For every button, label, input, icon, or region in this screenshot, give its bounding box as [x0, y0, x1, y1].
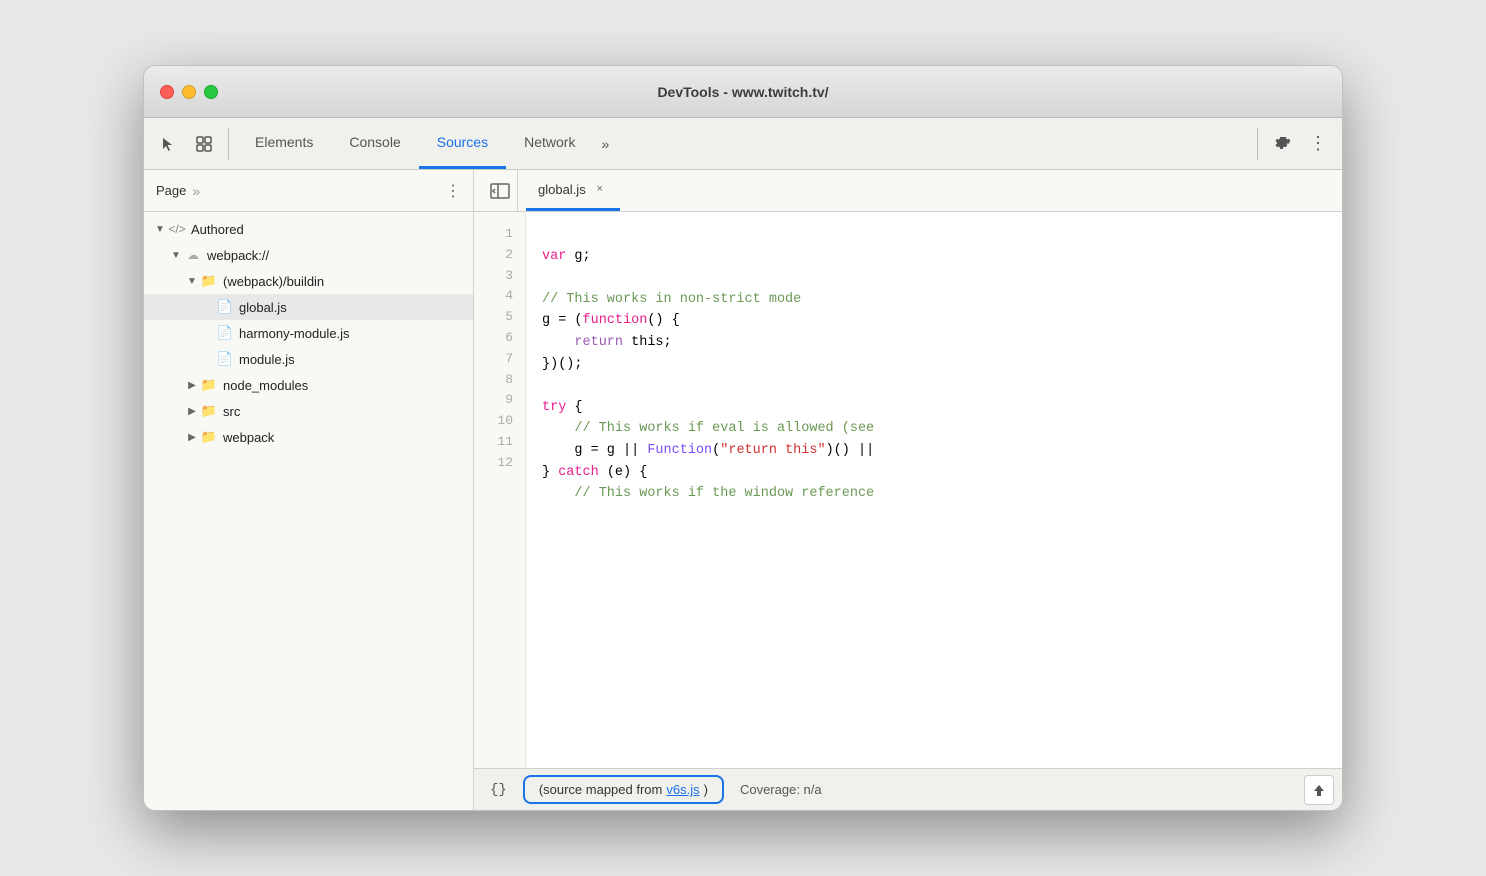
maximize-button[interactable]: [204, 85, 218, 99]
close-button[interactable]: [160, 85, 174, 99]
line-numbers: 1 2 3 4 5 6 7 8 9 10 11 12: [474, 212, 526, 768]
upload-button[interactable]: [1304, 775, 1334, 805]
node-modules-label: node_modules: [223, 378, 308, 393]
src-label: src: [223, 404, 240, 419]
line-num-7: 7: [474, 349, 525, 370]
sidebar-page-label: Page: [156, 183, 186, 198]
tree-item-node-modules[interactable]: ▶ 📁 node_modules: [144, 372, 473, 398]
layers-icon[interactable]: [188, 128, 220, 160]
line-num-6: 6: [474, 328, 525, 349]
navigator-icon[interactable]: [482, 170, 518, 211]
tree-item-webpack-buildin[interactable]: ▼ 📁 (webpack)/buildin: [144, 268, 473, 294]
cursor-icon[interactable]: [152, 128, 184, 160]
src-arrow: ▶: [184, 403, 200, 419]
code-tab-global-js[interactable]: global.js ×: [526, 170, 620, 211]
tree-item-src[interactable]: ▶ 📁 src: [144, 398, 473, 424]
line-num-5: 5: [474, 307, 525, 328]
source-map-prefix: (source mapped from: [539, 782, 663, 797]
tree-item-authored[interactable]: ▼ </> Authored: [144, 216, 473, 242]
pretty-print-button[interactable]: {}: [482, 778, 515, 802]
tree-item-webpack-dir[interactable]: ▶ 📁 webpack: [144, 424, 473, 450]
harmony-file-icon: 📄: [216, 324, 234, 342]
webpack-dir-arrow: ▶: [184, 429, 200, 445]
toolbar-tabs: Elements Console Sources Network »: [237, 118, 1253, 169]
webpack-dir-label: webpack: [223, 430, 274, 445]
src-folder-icon: 📁: [200, 402, 218, 420]
buildin-label: (webpack)/buildin: [223, 274, 324, 289]
code-tab-filename: global.js: [538, 182, 586, 197]
more-options-icon[interactable]: ⋮: [1302, 128, 1334, 160]
coverage-label: Coverage: n/a: [740, 782, 822, 797]
line-num-8: 8: [474, 370, 525, 391]
code-editor[interactable]: 1 2 3 4 5 6 7 8 9 10 11 12 var g; // Thi…: [474, 212, 1342, 768]
buildin-folder-icon: 📁: [200, 272, 218, 290]
tree-item-webpack[interactable]: ▼ ☁ webpack://: [144, 242, 473, 268]
traffic-lights: [160, 85, 218, 99]
node-modules-arrow: ▶: [184, 377, 200, 393]
line-num-4: 4: [474, 286, 525, 307]
main-content: Page » ⋮ ▼ </> Authored ▼ ☁ webpack://: [144, 170, 1342, 810]
tree-item-module-js[interactable]: ▶ 📄 module.js: [144, 346, 473, 372]
minimize-button[interactable]: [182, 85, 196, 99]
line-num-2: 2: [474, 245, 525, 266]
line-num-3: 3: [474, 266, 525, 287]
global-js-file-icon: 📄: [216, 298, 234, 316]
line-num-12: 12: [474, 453, 525, 474]
status-bar-right: [1304, 775, 1334, 805]
title-bar: DevTools - www.twitch.tv/: [144, 66, 1342, 118]
toolbar: Elements Console Sources Network » ⋮: [144, 118, 1342, 170]
toolbar-left: [152, 128, 229, 160]
authored-arrow: ▼: [152, 221, 168, 237]
buildin-arrow: ▼: [184, 273, 200, 289]
window-title: DevTools - www.twitch.tv/: [657, 84, 828, 100]
devtools-window: DevTools - www.twitch.tv/ Elements: [143, 65, 1343, 811]
webpack-label: webpack://: [207, 248, 269, 263]
harmony-label: harmony-module.js: [239, 326, 350, 341]
tab-elements[interactable]: Elements: [237, 118, 331, 169]
tree-item-harmony-module[interactable]: ▶ 📄 harmony-module.js: [144, 320, 473, 346]
code-tabs: global.js ×: [474, 170, 1342, 212]
status-bar: {} (source mapped from v6s.js) Coverage:…: [474, 768, 1342, 810]
module-js-file-icon: 📄: [216, 350, 234, 368]
authored-label: Authored: [191, 222, 244, 237]
line-num-1: 1: [474, 224, 525, 245]
tab-console[interactable]: Console: [331, 118, 418, 169]
sidebar-menu-button[interactable]: ⋮: [445, 181, 461, 201]
tab-sources[interactable]: Sources: [419, 118, 506, 169]
tab-network[interactable]: Network: [506, 118, 593, 169]
toolbar-right: ⋮: [1257, 128, 1334, 160]
sidebar-tree: ▼ </> Authored ▼ ☁ webpack:// ▼ 📁 (webpa…: [144, 212, 473, 810]
webpack-dir-folder-icon: 📁: [200, 428, 218, 446]
code-content[interactable]: var g; // This works in non-strict mode …: [526, 212, 1342, 768]
sidebar: Page » ⋮ ▼ </> Authored ▼ ☁ webpack://: [144, 170, 474, 810]
webpack-arrow: ▼: [168, 247, 184, 263]
settings-icon[interactable]: [1266, 128, 1298, 160]
line-num-9: 9: [474, 390, 525, 411]
global-js-label: global.js: [239, 300, 287, 315]
code-tab-close[interactable]: ×: [592, 181, 608, 197]
node-modules-folder-icon: 📁: [200, 376, 218, 394]
more-tabs-button[interactable]: »: [593, 118, 617, 169]
authored-code-icon: </>: [168, 220, 186, 238]
source-map-suffix: ): [704, 782, 708, 797]
source-map-link[interactable]: v6s.js: [666, 782, 699, 797]
code-panel: global.js × 1 2 3 4 5 6 7 8 9 10 11 1: [474, 170, 1342, 810]
sidebar-header: Page » ⋮: [144, 170, 473, 212]
module-js-label: module.js: [239, 352, 295, 367]
line-num-10: 10: [474, 411, 525, 432]
line-num-11: 11: [474, 432, 525, 453]
source-map-badge[interactable]: (source mapped from v6s.js): [523, 775, 724, 804]
webpack-cloud-icon: ☁: [184, 246, 202, 264]
sidebar-more-chevron[interactable]: »: [192, 183, 200, 199]
tree-item-global-js[interactable]: ▶ 📄 global.js: [144, 294, 473, 320]
